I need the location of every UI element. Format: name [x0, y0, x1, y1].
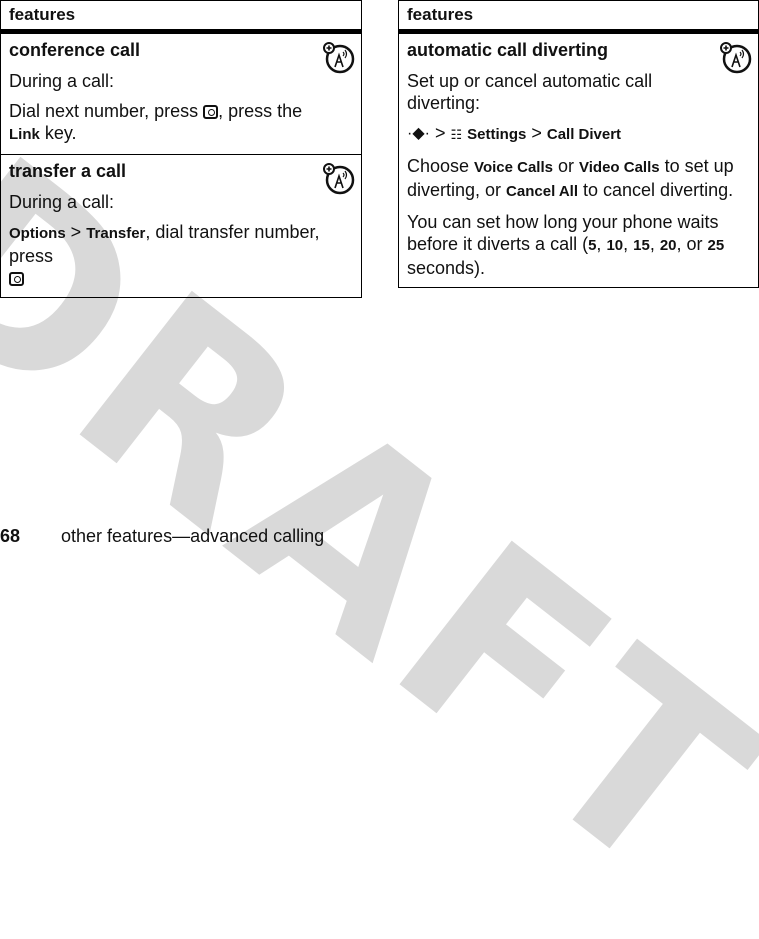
text: seconds).	[407, 258, 486, 278]
section-title: other features—advanced calling	[61, 526, 325, 546]
feature-row-conference-call: conference call During a call: Dial next…	[1, 33, 361, 154]
text: , or	[676, 234, 708, 254]
network-feature-icon	[323, 163, 355, 195]
text: key.	[39, 123, 77, 143]
feature-title: automatic call diverting	[407, 40, 609, 60]
delay-value: 15	[633, 237, 650, 254]
key-label-transfer: Transfer	[86, 225, 146, 242]
feature-row-automatic-call-diverting: automatic call diverting Set up or cance…	[399, 33, 758, 287]
table-header: features	[1, 1, 361, 33]
menu-path: ·◆· > ☷ Settings > Call Divert	[407, 122, 750, 147]
features-table-right: features automatic call diverting Set up…	[398, 0, 759, 288]
delay-value: 20	[659, 237, 677, 254]
instruction-text: Set up or cancel automatic call divertin…	[407, 70, 750, 114]
instruction-text: Options > Transfer, dial transfer number…	[9, 221, 353, 289]
text: , press the	[218, 101, 303, 121]
features-table-left: features conference call During a call: …	[0, 0, 362, 298]
text: During a call:	[9, 71, 115, 91]
table-header: features	[399, 1, 758, 33]
instruction-text: You can set how long your phone waits be…	[407, 211, 750, 279]
menu-settings: Settings	[467, 126, 527, 143]
text: During a call:	[9, 192, 115, 212]
instruction-text: During a call:	[9, 70, 353, 92]
text: Dial next number, press	[9, 101, 204, 121]
text: to cancel diverting.	[578, 180, 734, 200]
nav-key-icon: ·◆·	[407, 125, 430, 143]
text: or	[552, 156, 579, 176]
delay-value: 10	[606, 237, 624, 254]
text: Set up or cancel automatic call divertin…	[407, 71, 653, 113]
instruction-text: Dial next number, press , press the Link…	[9, 100, 353, 146]
network-feature-icon	[323, 42, 355, 74]
menu-call-divert: Call Divert	[546, 126, 622, 143]
instruction-text: Choose Voice Calls or Video Calls to set…	[407, 155, 750, 203]
feature-title: conference call	[9, 40, 141, 60]
key-label-link: Link	[9, 126, 40, 143]
text: ,	[596, 234, 607, 254]
text: Choose	[407, 156, 475, 176]
delay-value: 25	[707, 237, 725, 254]
text: ,	[649, 234, 660, 254]
separator: >	[526, 123, 547, 143]
key-label-options: Options	[9, 225, 66, 242]
text: ,	[623, 234, 634, 254]
center-key-icon	[9, 272, 24, 286]
separator: >	[65, 222, 87, 242]
option-cancel-all: Cancel All	[506, 183, 579, 200]
center-key-icon	[203, 105, 219, 119]
option-voice-calls: Voice Calls	[474, 159, 553, 176]
separator: >	[429, 123, 451, 143]
option-video-calls: Video Calls	[579, 159, 660, 176]
settings-icon: ☷	[450, 128, 463, 143]
network-feature-icon	[720, 42, 752, 74]
feature-title: transfer a call	[9, 161, 127, 181]
instruction-text: During a call:	[9, 191, 353, 213]
feature-row-transfer-call: transfer a call During a call: Options >…	[1, 154, 361, 297]
page-number: 68	[0, 526, 21, 546]
